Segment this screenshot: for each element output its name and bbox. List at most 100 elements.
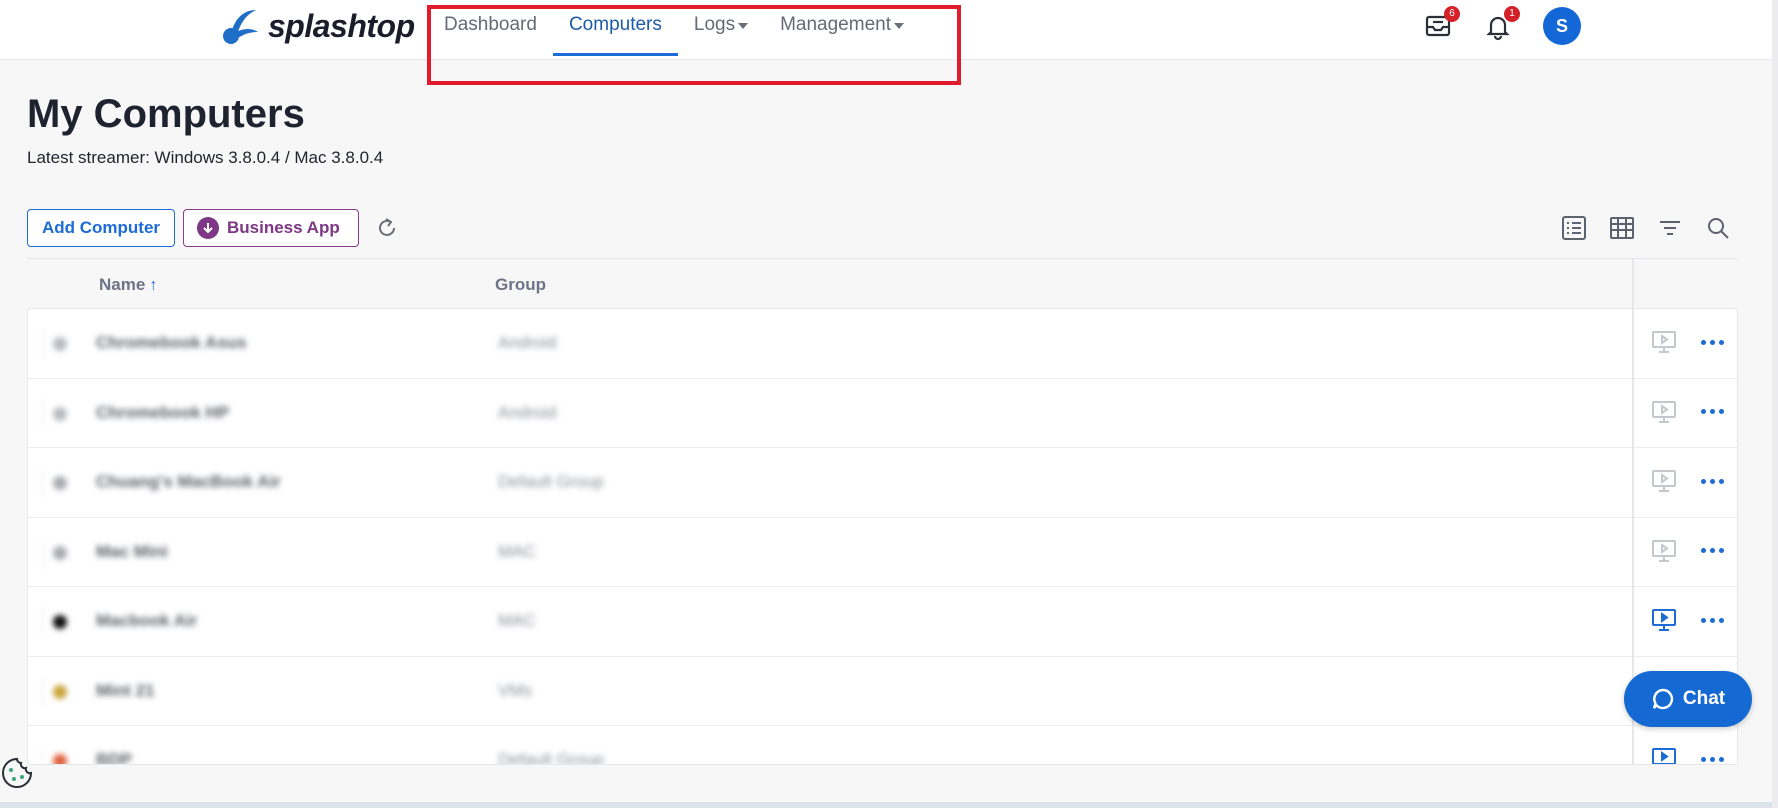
search-button[interactable] — [1704, 214, 1732, 242]
cookie-icon — [2, 757, 33, 788]
page-title: My Computers — [27, 92, 305, 136]
refresh-button[interactable] — [373, 214, 401, 242]
more-options-button[interactable] — [1694, 605, 1730, 635]
nav-computers-label: Computers — [568, 14, 662, 35]
nav-logs-label: Logs — [693, 14, 736, 35]
remote-screen-icon — [1652, 539, 1676, 562]
chevron-down-icon — [893, 23, 904, 29]
row-empty-area — [848, 378, 1660, 447]
more-options-button[interactable] — [1694, 397, 1730, 427]
more-options-button[interactable] — [1694, 744, 1730, 764]
table-row[interactable]: Mint 21 VMs — [28, 656, 1737, 726]
page-scrollbar[interactable] — [1772, 0, 1778, 808]
more-options-button[interactable] — [1694, 466, 1730, 496]
computer-group: MAC — [498, 541, 536, 561]
computer-group: Android — [498, 402, 557, 422]
grid-view-button[interactable] — [1608, 214, 1636, 242]
add-computer-button[interactable]: Add Computer — [27, 209, 175, 247]
remote-screen-icon — [1652, 470, 1676, 492]
remote-screen-icon — [1652, 748, 1676, 764]
business-app-button[interactable]: Business App — [183, 209, 359, 247]
table-row[interactable]: Chuang's MacBook Air Default Group — [28, 448, 1737, 518]
bottom-edge — [0, 802, 1778, 808]
nav-dashboard-label: Dashboard — [444, 14, 537, 35]
notifications-badge: 1 — [1504, 6, 1520, 22]
computer-group: Android — [498, 333, 557, 352]
list-view-icon — [1562, 216, 1586, 240]
filter-button[interactable] — [1656, 214, 1684, 242]
table-row[interactable]: BDP Default Group — [28, 726, 1737, 765]
android-os-icon — [42, 329, 76, 359]
windows-os-icon — [42, 746, 76, 764]
column-name-label: Name — [99, 275, 146, 294]
row-empty-area — [848, 587, 1660, 655]
apple-os-icon — [42, 607, 76, 637]
streamer-version-text: Latest streamer: Windows 3.8.0.4 / Mac 3… — [27, 148, 384, 167]
column-header-name[interactable]: Name ↑ — [99, 275, 157, 295]
chat-bubble-icon — [1652, 688, 1673, 710]
computer-name: Chromebook Asus — [96, 333, 247, 352]
android-os-icon — [42, 398, 76, 429]
refresh-icon — [379, 218, 395, 236]
table-header: Name ↑ Group — [27, 258, 1738, 308]
table-row[interactable]: Macbook Air MAC — [28, 587, 1737, 657]
chevron-down-icon — [738, 23, 749, 29]
chat-button[interactable]: Chat — [1624, 671, 1752, 727]
brand-name: splashtop — [268, 7, 415, 44]
computer-list: Chromebook Asus Android Chromebook HP An… — [27, 308, 1738, 765]
computer-group: MAC — [498, 611, 536, 630]
computer-group: Default Group — [498, 750, 604, 765]
nav-logs[interactable]: Logs — [678, 0, 764, 56]
table-view-icon — [1610, 217, 1634, 239]
table-row[interactable]: Mac Mini MAC — [28, 517, 1737, 587]
apple-os-icon — [42, 537, 76, 568]
splashtop-logo[interactable]: splashtop — [218, 4, 415, 48]
splashtop-logo-icon — [223, 10, 258, 44]
computer-group: VMs — [498, 680, 532, 700]
search-icon — [1708, 218, 1729, 239]
download-icon — [197, 217, 219, 239]
table-row[interactable]: Chromebook HP Android — [28, 378, 1737, 448]
sort-ascending-icon: ↑ — [149, 277, 158, 294]
connect-button[interactable] — [1650, 538, 1678, 564]
computer-name: Macbook Air — [96, 611, 198, 630]
cookie-settings-button[interactable] — [0, 756, 34, 790]
inbox-button[interactable]: 6 — [1422, 6, 1460, 42]
connect-button[interactable] — [1650, 399, 1678, 425]
connect-button[interactable] — [1650, 468, 1678, 494]
row-empty-area — [848, 309, 1660, 377]
remote-screen-icon — [1652, 331, 1676, 353]
more-options-button[interactable] — [1694, 536, 1730, 566]
main-nav: Dashboard Computers Logs Management — [428, 0, 920, 60]
computer-name: Chuang's MacBook Air — [96, 472, 281, 491]
linux-os-icon — [42, 676, 76, 707]
avatar[interactable]: S — [1543, 7, 1581, 45]
column-header-group[interactable]: Group — [495, 275, 546, 295]
computer-name: Mint 21 — [96, 680, 155, 700]
row-empty-area — [848, 517, 1660, 586]
more-options-button[interactable] — [1694, 327, 1730, 357]
connect-button[interactable] — [1650, 329, 1678, 355]
row-empty-area — [848, 448, 1660, 516]
table-row[interactable]: Chromebook Asus Android — [28, 309, 1737, 379]
inbox-badge: 6 — [1444, 6, 1460, 22]
remote-screen-icon — [1652, 400, 1676, 423]
nav-computers[interactable]: Computers — [552, 0, 678, 56]
list-view-button[interactable] — [1560, 214, 1588, 242]
remote-screen-icon — [1652, 609, 1676, 631]
business-app-label: Business App — [227, 218, 340, 237]
connect-button[interactable] — [1650, 607, 1678, 633]
filter-icon — [1660, 221, 1680, 235]
nav-management[interactable]: Management — [764, 0, 920, 56]
computer-name: Mac Mini — [96, 541, 168, 561]
computer-name: BDP — [96, 750, 132, 765]
notifications-button[interactable]: 1 — [1482, 6, 1520, 42]
connect-button[interactable] — [1650, 746, 1678, 764]
row-empty-area — [848, 656, 1660, 725]
top-navigation-bar: splashtop Dashboard Computers Logs Manag… — [0, 0, 1778, 85]
computer-name: Chromebook HP — [96, 402, 230, 422]
computer-group: Default Group — [498, 472, 604, 491]
chat-label: Chat — [1682, 688, 1726, 709]
nav-management-label: Management — [780, 14, 891, 35]
nav-dashboard[interactable]: Dashboard — [428, 0, 553, 56]
